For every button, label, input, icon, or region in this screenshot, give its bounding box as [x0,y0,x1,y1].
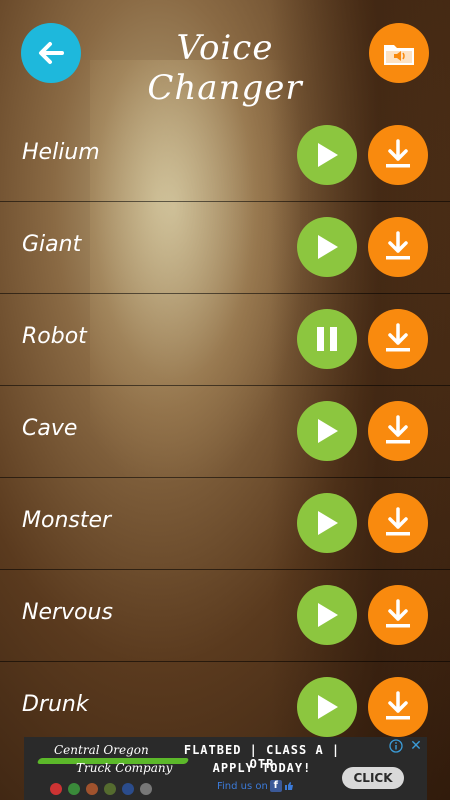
play-button[interactable] [297,585,357,645]
download-button[interactable] [368,401,428,461]
download-button[interactable] [368,125,428,185]
pause-icon [317,327,337,351]
ad-company-line1: Central Oregon [54,743,149,757]
ad-click-button[interactable]: CLICK [342,767,404,789]
ad-badges [50,783,152,795]
badge-icon [104,783,116,795]
effect-row: Monster [0,478,450,570]
play-button[interactable] [297,677,357,737]
download-icon [386,599,410,628]
ad-find-us[interactable]: Find us on f [217,780,294,792]
effect-row: Robot [0,294,450,386]
effect-label: Drunk [22,692,89,717]
download-button[interactable] [368,309,428,369]
download-button[interactable] [368,493,428,553]
play-button[interactable] [297,493,357,553]
page-title: Voice Changer [147,28,303,108]
thumbs-up-icon [284,782,293,790]
ad-subheadline: APPLY TODAY! [212,761,312,775]
badge-icon [86,783,98,795]
download-icon [386,507,410,536]
ad-company-line2: Truck Company [76,761,173,775]
folder-sound-icon [384,45,414,65]
download-icon [386,323,410,352]
play-icon [318,695,338,719]
effect-label: Monster [22,508,112,533]
us-flag-icon [50,783,62,795]
download-icon [386,691,410,720]
play-button[interactable] [297,217,357,277]
download-icon [386,415,410,444]
effect-row: Nervous [0,570,450,662]
voice-effects-list: Helium Giant Robot Cave Monster Nervous Drunk [0,110,450,753]
effect-label: Helium [22,140,100,165]
app-header: Voice Changer [0,0,450,110]
ad-close-icon[interactable]: ✕ [408,738,424,754]
effect-row: Helium [0,110,450,202]
play-icon [318,419,338,443]
play-icon [318,143,338,167]
download-icon [386,139,410,168]
badge-icon [68,783,80,795]
facebook-icon: f [269,780,282,792]
recordings-folder-button[interactable] [369,23,429,83]
download-button[interactable] [368,217,428,277]
ad-info-icon[interactable] [389,739,403,753]
effect-row: Giant [0,202,450,294]
effect-label: Nervous [22,600,113,625]
ad-banner[interactable]: Central Oregon Truck Company FLATBED | C… [24,737,427,800]
play-icon [318,235,338,259]
download-icon [386,231,410,260]
ad-find-us-label: Find us on [217,780,268,792]
download-button[interactable] [368,585,428,645]
effect-label: Cave [22,416,78,441]
effect-row: Cave [0,386,450,478]
arrow-left-icon [39,42,64,64]
download-button[interactable] [368,677,428,737]
back-button[interactable] [21,23,81,83]
badge-icon [122,783,134,795]
play-icon [318,511,338,535]
pause-button[interactable] [297,309,357,369]
effect-label: Robot [22,324,87,349]
effect-label: Giant [22,232,82,257]
play-button[interactable] [297,125,357,185]
play-button[interactable] [297,401,357,461]
play-icon [318,603,338,627]
badge-icon [140,783,152,795]
